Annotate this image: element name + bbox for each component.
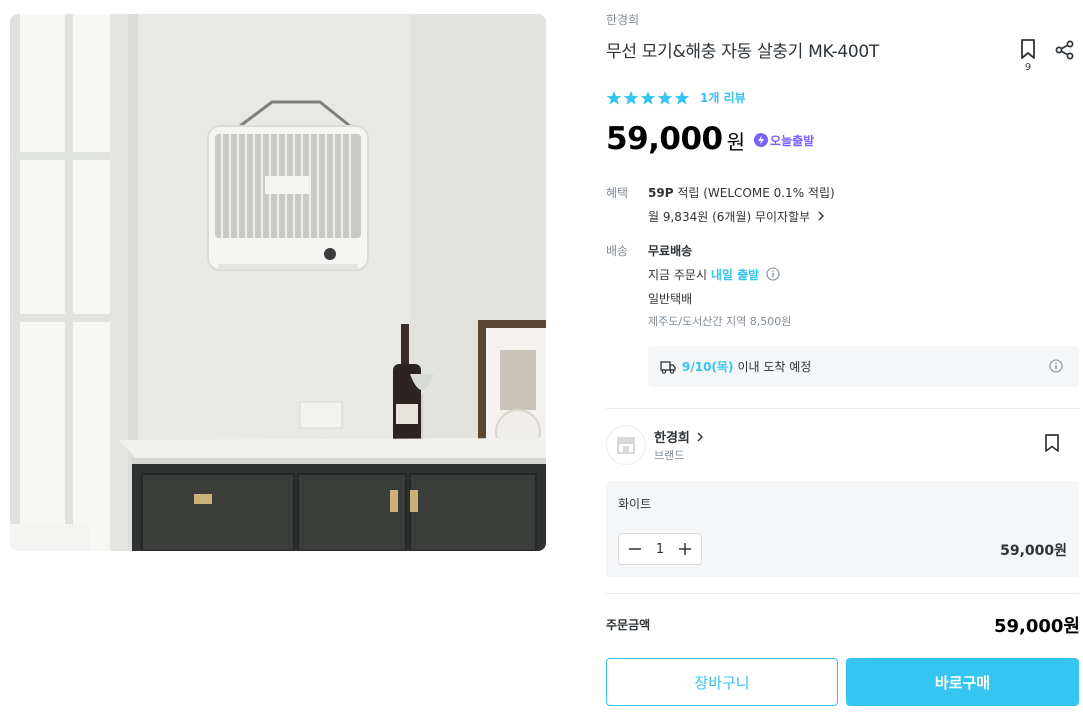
product-info-panel: 한경희 무선 모기&해충 자동 살충기 MK-400T 9 1개 리뷰 59,0…	[606, 0, 1080, 724]
decrease-button[interactable]	[627, 541, 643, 557]
divider	[606, 593, 1079, 594]
minus-icon	[629, 548, 641, 550]
arrival-date: 9/10(목)	[682, 360, 734, 374]
increase-button[interactable]	[677, 541, 693, 557]
bookmark-icon	[1045, 434, 1059, 452]
product-title: 무선 모기&해충 자동 살충기 MK-400T	[606, 42, 880, 62]
star-icon	[674, 90, 690, 105]
price-row: 59,000 원 오늘출발	[606, 121, 814, 157]
option-name: 화이트	[618, 497, 652, 511]
installment-text: 월 9,834원 (6개월) 무이자할부	[648, 210, 811, 224]
shipping-type-text: 무료배송	[648, 244, 693, 258]
bookmark-count: 9	[1024, 62, 1032, 73]
bookmark-button[interactable]: 9	[1015, 38, 1041, 73]
carrier: 일반택배	[648, 292, 693, 306]
share-icon	[1055, 40, 1074, 60]
seller-type: 브랜드	[654, 449, 685, 462]
shipping-label: 배송	[606, 244, 629, 258]
seller-info: 한경희 브랜드	[606, 423, 1079, 468]
add-to-cart-button[interactable]: 장바구니	[606, 658, 838, 706]
product-photo-illustration	[10, 14, 546, 551]
info-icon[interactable]	[1049, 359, 1063, 373]
rating[interactable]: 1개 리뷰	[606, 89, 746, 106]
buy-now-button[interactable]: 바로구매	[846, 658, 1079, 706]
benefit-points-line: 59P 적립 (WELCOME 0.1% 적립)	[648, 184, 835, 201]
today-departure-badge: 오늘출발	[754, 132, 814, 149]
info-icon[interactable]	[766, 267, 780, 281]
price-value: 59,000	[606, 121, 723, 157]
truck-icon	[660, 360, 676, 374]
quantity-stepper: 1	[618, 533, 702, 565]
price-currency: 원	[726, 130, 746, 154]
quantity-value[interactable]: 1	[656, 542, 664, 557]
arrival-suffix: 이내 도착 예정	[737, 360, 812, 374]
plus-icon	[679, 543, 691, 555]
bookmark-icon	[1021, 39, 1035, 59]
brand-name[interactable]: 한경희	[606, 11, 639, 28]
star-icon	[606, 90, 622, 105]
chevron-right-icon	[818, 211, 824, 221]
installment-link[interactable]: 월 9,834원 (6개월) 무이자할부	[648, 208, 825, 225]
extra-shipping-fee: 제주도/도서산간 지역 8,500원	[648, 315, 792, 328]
order-amount-label: 주문금액	[606, 618, 651, 632]
share-button[interactable]	[1054, 39, 1076, 65]
dispatch-line: 지금 주문시 내일 출발	[648, 266, 780, 283]
seller-bookmark-button[interactable]	[1043, 433, 1061, 457]
star-icon	[640, 90, 656, 105]
divider	[606, 408, 1079, 409]
store-icon	[617, 437, 635, 454]
shipping-type: 무료배송	[648, 242, 692, 259]
benefit-points-desc: 적립 (WELCOME 0.1% 적립)	[677, 186, 835, 200]
product-image[interactable]	[10, 14, 546, 551]
selected-option: 화이트 1 59,000원	[606, 481, 1079, 577]
benefit-points: 59P	[648, 186, 674, 200]
seller-name-link[interactable]: 한경희	[654, 427, 704, 446]
review-link[interactable]: 1개 리뷰	[700, 89, 746, 106]
lightning-icon	[754, 133, 769, 147]
seller-logo[interactable]	[606, 425, 646, 465]
order-now-text: 지금 주문시	[648, 268, 708, 282]
seller-name: 한경희	[654, 431, 690, 446]
dispatch-text: 내일 출발	[710, 268, 760, 282]
delivery-estimate-box: 9/10(목) 이내 도착 예정	[648, 346, 1079, 387]
chevron-right-icon	[697, 432, 704, 442]
benefit-label: 혜택	[606, 186, 629, 200]
option-price: 59,000원	[1000, 543, 1067, 559]
order-amount-total: 59,000원	[993, 616, 1080, 637]
star-icon	[657, 90, 673, 105]
star-icon	[623, 90, 639, 105]
today-badge-label: 오늘출발	[770, 133, 815, 148]
